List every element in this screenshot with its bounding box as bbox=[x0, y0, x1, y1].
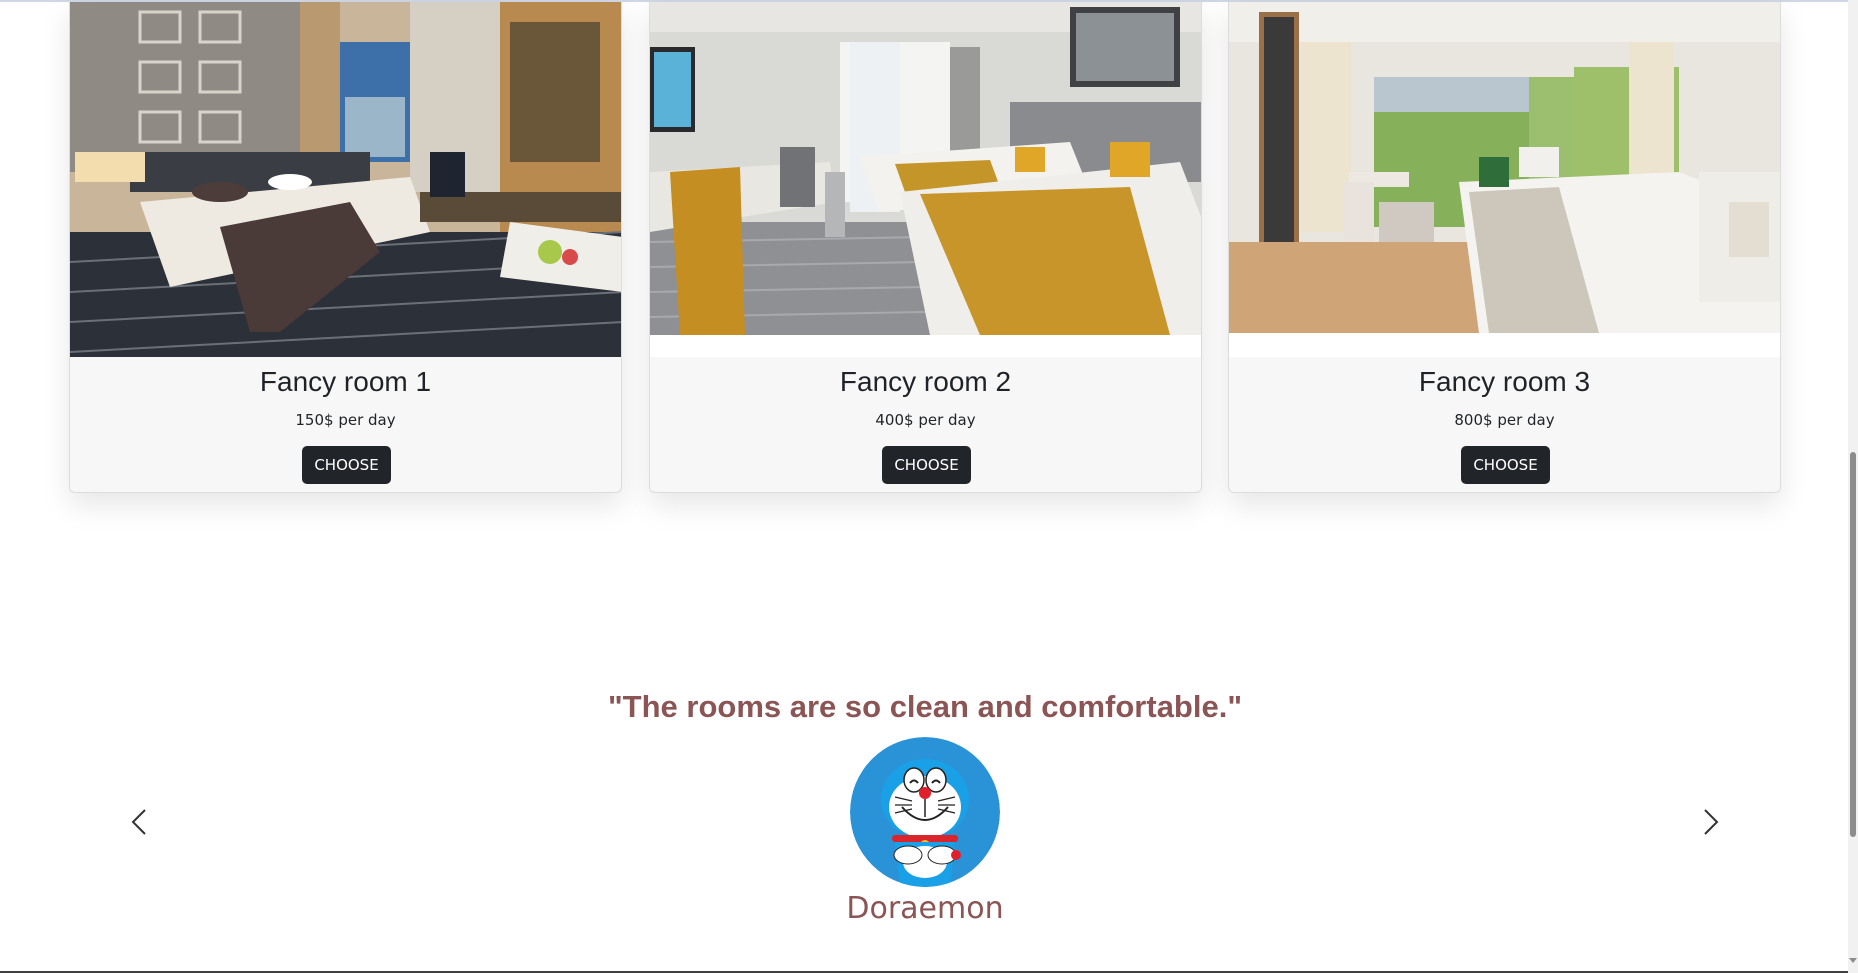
carousel-prev-button[interactable] bbox=[120, 802, 160, 842]
choose-button-2[interactable]: CHOOSE bbox=[882, 446, 971, 484]
room-card-3: Fancy room 3 800$ per day CHOOSE bbox=[1228, 2, 1781, 493]
room-price-3: 800$ per day bbox=[1454, 411, 1555, 429]
scrollbar-thumb[interactable] bbox=[1850, 452, 1856, 837]
testimonial-quote: "The rooms are so clean and comfortable.… bbox=[607, 689, 1243, 724]
carousel-next-button[interactable] bbox=[1690, 802, 1730, 842]
room-image-2 bbox=[650, 2, 1201, 357]
room-title-2: Fancy room 2 bbox=[839, 366, 1012, 397]
room-card-2: Fancy room 2 400$ per day CHOOSE bbox=[649, 2, 1202, 493]
room-image-3 bbox=[1229, 2, 1780, 357]
room-price-2: 400$ per day bbox=[875, 411, 976, 429]
chevron-left-icon bbox=[131, 809, 146, 835]
chevron-right-icon bbox=[1704, 809, 1719, 835]
room-title-3: Fancy room 3 bbox=[1418, 366, 1591, 397]
room-price-1: 150$ per day bbox=[295, 411, 396, 429]
testimonial-name: Doraemon bbox=[846, 891, 1004, 926]
room-image-1 bbox=[70, 2, 621, 357]
choose-button-1[interactable]: CHOOSE bbox=[302, 446, 391, 484]
choose-button-3[interactable]: CHOOSE bbox=[1461, 446, 1550, 484]
page-scrollbar[interactable] bbox=[1848, 0, 1858, 973]
scroll-down-arrow-icon[interactable] bbox=[1849, 958, 1857, 963]
room-card-1: Fancy room 1 150$ per day CHOOSE bbox=[69, 2, 622, 493]
testimonial-avatar bbox=[850, 737, 1000, 887]
page: Fancy room 1 150$ per day CHOOSE Fancy r… bbox=[0, 0, 1858, 973]
room-cards: Fancy room 1 150$ per day CHOOSE Fancy r… bbox=[69, 2, 1781, 493]
room-title-1: Fancy room 1 bbox=[259, 366, 432, 397]
